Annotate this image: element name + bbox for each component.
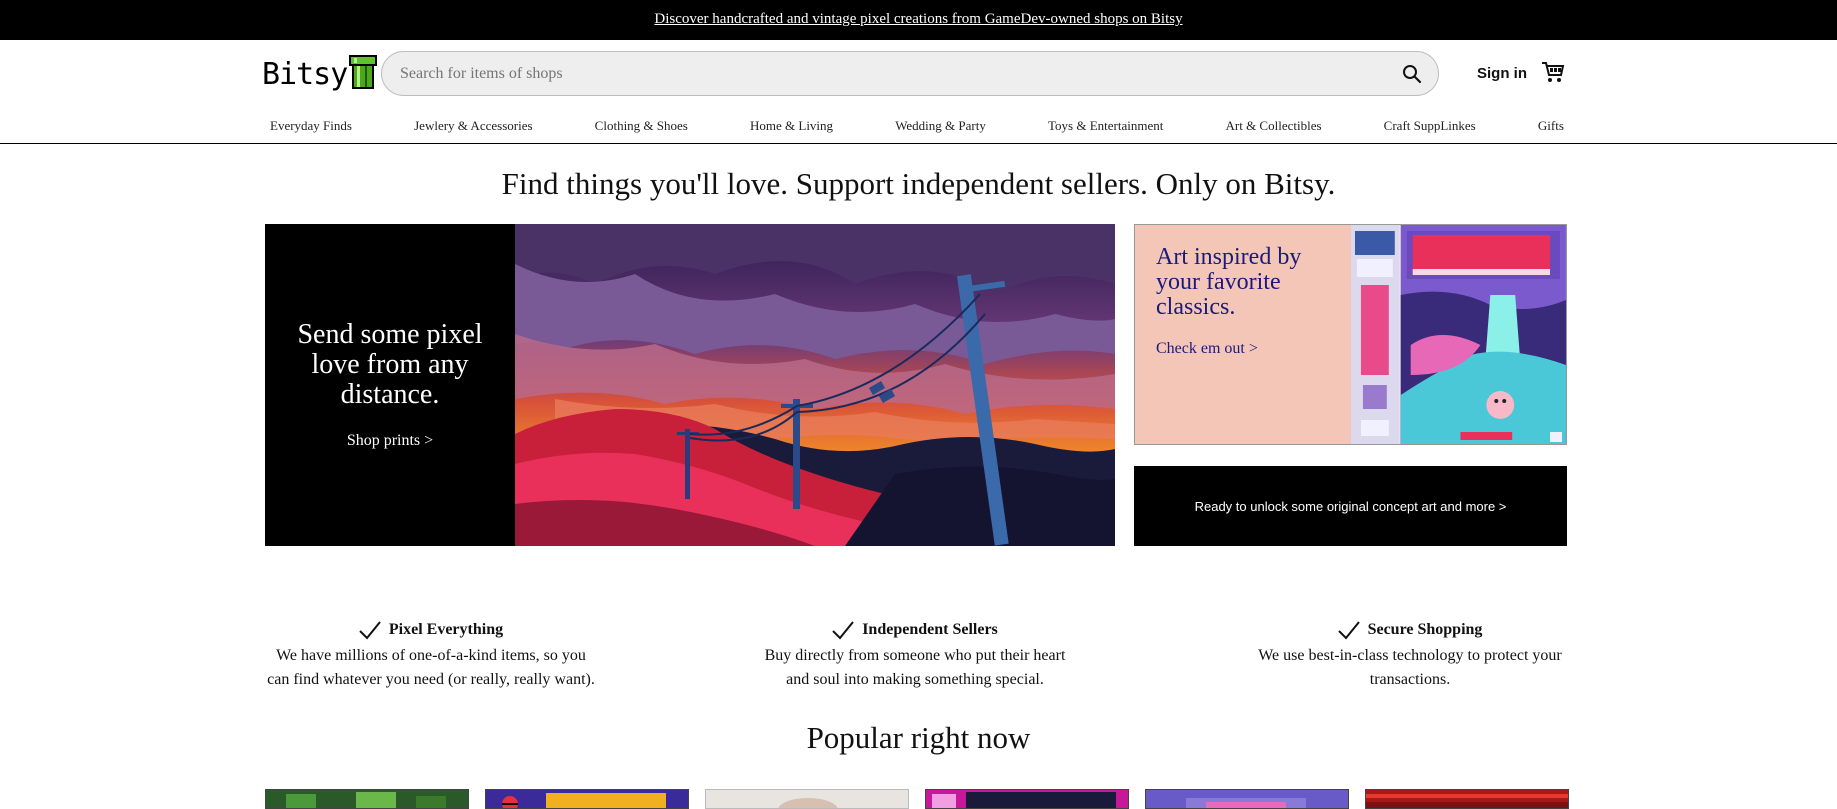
category-home-living[interactable]: Home & Living: [750, 118, 833, 134]
feature-description: Buy directly from someone who put their …: [764, 647, 1066, 688]
category-toys-entertainment[interactable]: Toys & Entertainment: [1048, 118, 1163, 134]
search-input[interactable]: [382, 52, 1392, 95]
synthwave-art-thumbnail: [1186, 798, 1306, 808]
popular-item-thumbnail[interactable]: [705, 789, 909, 809]
checkmark-icon: [1337, 621, 1360, 640]
feature-secure-shopping: Secure Shopping We use best-in-class tec…: [1253, 620, 1567, 692]
page-tagline: Find things you'll love. Support indepen…: [501, 166, 1336, 201]
feature-pixel-everything: Pixel Everything We have millions of one…: [265, 620, 597, 692]
site-header: Bitsy Sign in: [0, 40, 1837, 144]
red-art-thumbnail: [1366, 794, 1568, 808]
checkmark-icon: [359, 621, 381, 640]
logo-text: Bitsy: [262, 57, 348, 92]
popular-item-thumbnail[interactable]: [1145, 789, 1349, 809]
popular-heading: Popular right now: [806, 720, 1031, 755]
feature-independent-sellers: Independent Sellers Buy directly from so…: [755, 620, 1075, 692]
cart-button[interactable]: [1541, 61, 1565, 88]
side-promo-banner[interactable]: Art inspired by your favorite classics. …: [1134, 224, 1567, 445]
category-everyday-finds[interactable]: Everyday Finds: [270, 118, 352, 134]
feature-title: Secure Shopping: [1253, 620, 1567, 640]
promo-link[interactable]: Discover handcrafted and vintage pixel c…: [654, 11, 1182, 28]
shop-prints-link[interactable]: Shop prints >: [347, 432, 433, 450]
hero-heading: Send some pixel love from any distance.: [297, 319, 483, 410]
feature-description: We use best-in-class technology to prote…: [1258, 647, 1562, 688]
hero-banner[interactable]: Send some pixel love from any distance. …: [265, 224, 1115, 546]
cart-icon: [1542, 62, 1565, 82]
category-clothing-shoes[interactable]: Clothing & Shoes: [595, 118, 688, 134]
search-button[interactable]: [1392, 54, 1432, 94]
category-craft-supplies[interactable]: Craft SuppLinkes: [1384, 118, 1476, 134]
feature-description: We have millions of one-of-a-kind items,…: [267, 647, 595, 688]
check-em-out-link[interactable]: Check em out >: [1156, 340, 1258, 358]
category-art-collectibles[interactable]: Art & Collectibles: [1225, 118, 1321, 134]
search-icon: [1403, 64, 1422, 83]
jungle-art-thumbnail: [286, 792, 446, 808]
search-bar: [381, 51, 1439, 96]
hero-text: Send some pixel love from any distance. …: [265, 224, 515, 546]
popular-item-thumbnail[interactable]: [265, 789, 469, 809]
popular-item-thumbnail[interactable]: [1365, 789, 1569, 809]
popular-item-thumbnail[interactable]: [485, 789, 689, 809]
side-promo-text: Art inspired by your favorite classics. …: [1135, 225, 1351, 444]
concept-art-cta[interactable]: Ready to unlock some original concept ar…: [1134, 466, 1567, 546]
popular-item-thumbnail[interactable]: [925, 789, 1129, 809]
category-nav: Everyday Finds Jewlery & Accessories Clo…: [270, 118, 1564, 134]
category-wedding-party[interactable]: Wedding & Party: [895, 118, 986, 134]
features-section: Pixel Everything We have millions of one…: [265, 620, 1567, 700]
category-jewelry-accessories[interactable]: Jewlery & Accessories: [414, 118, 532, 134]
feature-title: Pixel Everything: [265, 620, 597, 640]
popular-items-row: [265, 789, 1569, 809]
hero-sunset-art: [515, 224, 1115, 546]
pipe-logo-icon: [349, 55, 378, 89]
category-gifts[interactable]: Gifts: [1538, 118, 1564, 134]
side-promo-heading: Art inspired by your favorite classics.: [1156, 244, 1302, 320]
promo-bar: Discover handcrafted and vintage pixel c…: [0, 0, 1837, 40]
pokemon-cartridge-art: [1351, 225, 1566, 444]
checkmark-icon: [832, 621, 854, 640]
logo[interactable]: Bitsy: [262, 54, 378, 92]
pokemon-poster-thumbnail: [932, 792, 1116, 808]
sign-in-link[interactable]: Sign in: [1477, 65, 1527, 82]
photo-thumbnail: [778, 798, 838, 808]
feature-title: Independent Sellers: [755, 620, 1075, 640]
pokeball-art-thumbnail: [502, 793, 666, 808]
